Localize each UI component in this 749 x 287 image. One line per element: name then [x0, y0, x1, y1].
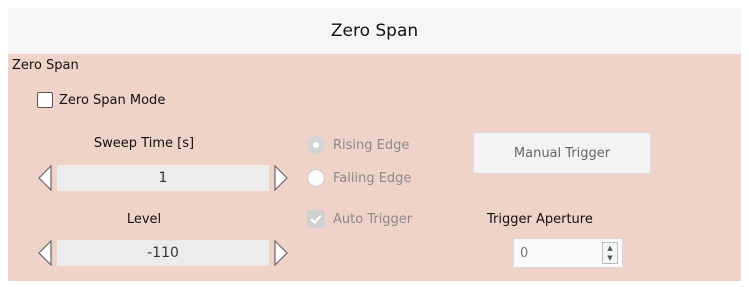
zero-span-mode-label: Zero Span Mode	[59, 92, 166, 108]
sweep-time-stepper[interactable]: 1	[35, 164, 291, 192]
rising-edge-radio[interactable]	[307, 136, 325, 154]
level-label: Level	[126, 212, 162, 227]
falling-edge-radio[interactable]	[307, 169, 325, 187]
sweep-time-label: Sweep Time [s]	[93, 136, 195, 151]
left-arrow-icon[interactable]	[35, 239, 55, 267]
right-arrow-icon[interactable]	[271, 239, 291, 267]
window-title-bar: Zero Span	[8, 8, 741, 54]
zero-span-mode-checkbox-row[interactable]: Zero Span Mode	[37, 92, 165, 108]
rising-edge-radio-row[interactable]: Rising Edge	[307, 136, 409, 154]
zero-span-group: Zero Span Zero Span Mode Sweep Time [s] …	[8, 54, 741, 281]
trigger-aperture-value[interactable]: 0	[520, 246, 528, 261]
level-stepper[interactable]: -110	[35, 239, 291, 267]
auto-trigger-checkbox-row[interactable]: Auto Trigger	[307, 210, 412, 228]
sweep-time-value[interactable]: 1	[57, 165, 269, 191]
check-icon	[310, 214, 322, 224]
chevron-down-icon[interactable]: ▼	[607, 254, 612, 262]
group-label: Zero Span	[12, 58, 79, 73]
trigger-aperture-spinbox[interactable]: 0 ▲ ▼	[513, 238, 623, 268]
falling-edge-label: Falling Edge	[333, 170, 412, 186]
manual-trigger-button[interactable]: Manual Trigger	[473, 132, 651, 174]
chevron-up-icon[interactable]: ▲	[607, 244, 612, 252]
left-arrow-icon[interactable]	[35, 164, 55, 192]
falling-edge-radio-row[interactable]: Falling Edge	[307, 169, 411, 187]
spin-buttons[interactable]: ▲ ▼	[602, 242, 618, 264]
right-arrow-icon[interactable]	[271, 164, 291, 192]
rising-edge-label: Rising Edge	[333, 137, 410, 153]
auto-trigger-label: Auto Trigger	[333, 211, 413, 227]
trigger-aperture-label: Trigger Aperture	[487, 212, 593, 227]
zero-span-mode-checkbox[interactable]	[37, 92, 53, 108]
auto-trigger-checkbox[interactable]	[307, 210, 325, 228]
window-title: Zero Span	[330, 21, 419, 41]
level-value[interactable]: -110	[57, 240, 269, 266]
